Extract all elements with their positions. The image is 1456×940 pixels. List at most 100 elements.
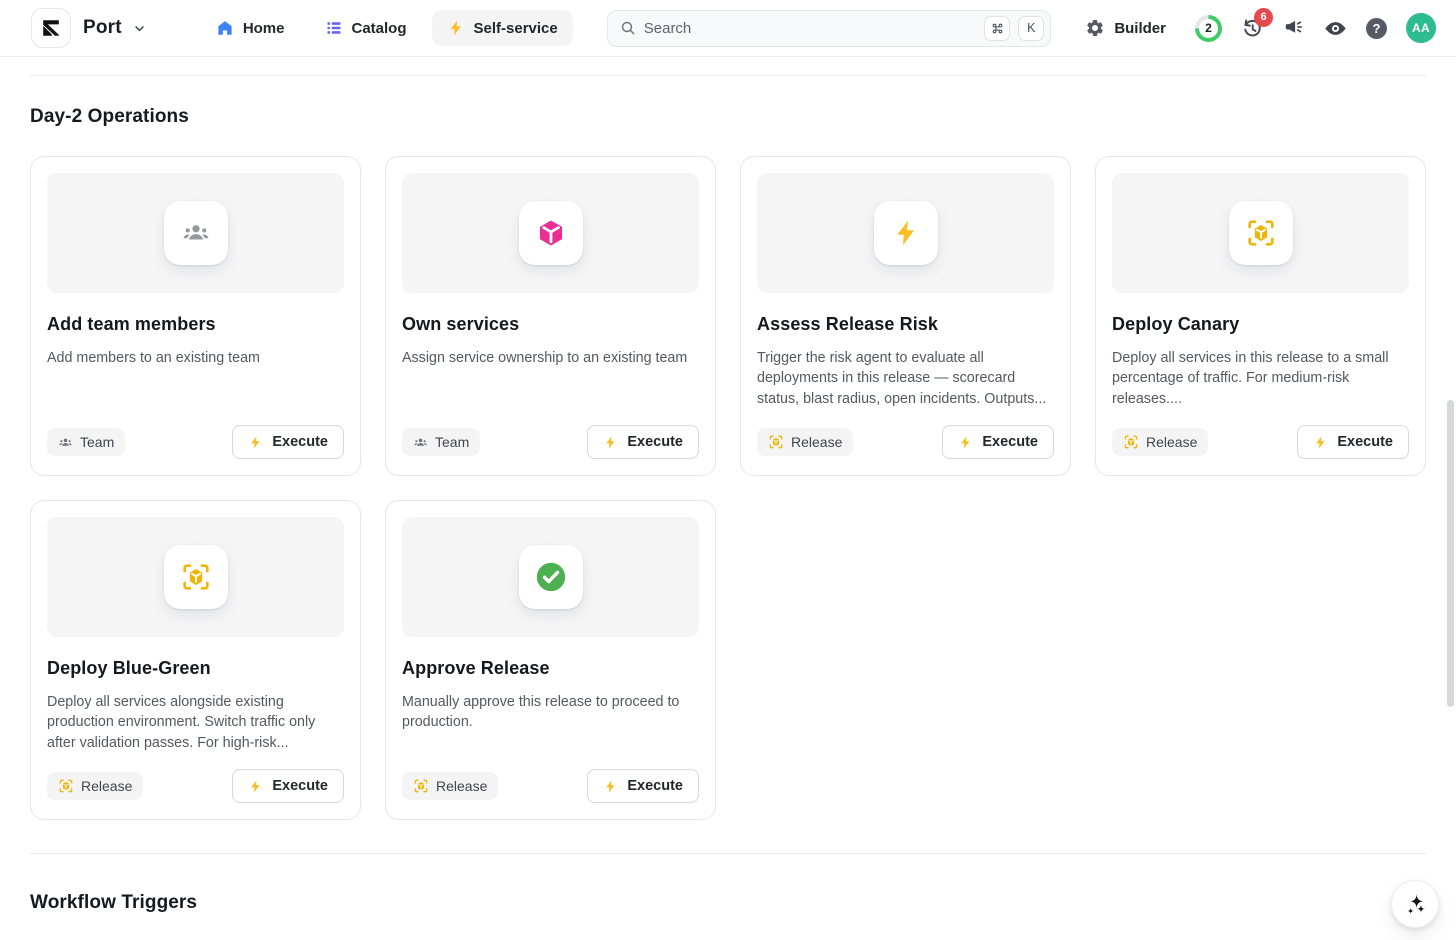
card-footer: Release Execute	[757, 425, 1054, 459]
action-card-assess-release-risk: Assess Release Risk Trigger the risk age…	[740, 156, 1071, 476]
card-title: Own services	[402, 314, 699, 335]
brand-name: Port	[83, 17, 122, 39]
card-image-area	[47, 517, 344, 637]
help-button[interactable]: ?	[1366, 18, 1387, 39]
card-description: Trigger the risk agent to evaluate all d…	[757, 348, 1054, 409]
notification-badge: 6	[1254, 8, 1273, 27]
execute-button[interactable]: Execute	[587, 769, 699, 803]
action-card-own-services: Own services Assign service ownership to…	[385, 156, 716, 476]
execute-button[interactable]: Execute	[942, 425, 1054, 459]
tag-label: Team	[80, 434, 114, 450]
execute-label: Execute	[982, 434, 1038, 450]
builder-button[interactable]: Builder	[1085, 18, 1166, 38]
nav-item-catalog[interactable]: Catalog	[310, 10, 422, 46]
tag-label: Team	[435, 434, 469, 450]
preview-button[interactable]	[1324, 17, 1347, 40]
k-key-chip: K	[1018, 16, 1044, 41]
execute-button[interactable]: Execute	[587, 425, 699, 459]
bolt-icon	[1313, 435, 1328, 450]
team-icon	[164, 201, 228, 265]
nav-label: Catalog	[352, 20, 407, 37]
card-image-area	[402, 173, 699, 293]
execute-button[interactable]: Execute	[1297, 425, 1409, 459]
section-title-workflow: Workflow Triggers	[30, 892, 1426, 914]
tag-label: Release	[791, 434, 842, 450]
progress-value: 2	[1199, 19, 1218, 38]
bolt-icon	[958, 435, 973, 450]
tag-label: Release	[436, 778, 487, 794]
team-icon	[58, 435, 73, 450]
action-card-add-team-members: Add team members Add members to an exist…	[30, 156, 361, 476]
card-image-area	[402, 517, 699, 637]
blueprint-tag-release: Release	[402, 772, 498, 800]
card-description: Assign service ownership to an existing …	[402, 348, 699, 368]
card-image-area	[47, 173, 344, 293]
header-actions: Builder 2 6	[1085, 13, 1436, 43]
cmd-key-chip	[984, 16, 1010, 41]
cube-scan-icon	[768, 434, 784, 450]
cube-scan-icon	[413, 778, 429, 794]
check-circle-icon	[519, 545, 583, 609]
global-search[interactable]: K	[607, 10, 1052, 47]
card-description: Deploy all services alongside existing p…	[47, 692, 344, 753]
blueprint-tag-release: Release	[47, 772, 143, 800]
execute-label: Execute	[1337, 434, 1393, 450]
chevron-down-icon[interactable]	[132, 21, 147, 36]
actions-grid: Add team members Add members to an exist…	[30, 156, 1426, 820]
card-footer: Team Execute	[402, 425, 699, 459]
card-footer: Release Execute	[47, 769, 344, 803]
section-divider	[30, 853, 1426, 854]
card-description: Add members to an existing team	[47, 348, 344, 368]
blueprint-tag-team: Team	[402, 428, 480, 456]
cube-scan-icon	[164, 545, 228, 609]
nav-item-home[interactable]: Home	[201, 10, 300, 46]
card-image-area	[1112, 173, 1409, 293]
card-title: Deploy Blue-Green	[47, 658, 344, 679]
card-description: Manually approve this release to proceed…	[402, 692, 699, 733]
command-icon	[991, 22, 1004, 35]
blueprint-tag-release: Release	[757, 428, 853, 456]
bolt-icon	[248, 779, 263, 794]
nav-label: Self-service	[474, 20, 558, 37]
run-history-button[interactable]: 6	[1241, 17, 1264, 40]
section-divider	[30, 75, 1426, 76]
port-logo[interactable]	[31, 8, 71, 48]
gear-icon	[1085, 18, 1105, 38]
card-footer: Release Execute	[402, 769, 699, 803]
card-footer: Release Execute	[1112, 425, 1409, 459]
team-icon	[413, 435, 428, 450]
execute-button[interactable]: Execute	[232, 425, 344, 459]
bolt-icon	[447, 19, 465, 37]
progress-ring: 2	[1195, 15, 1222, 42]
port-logo-icon	[40, 17, 62, 39]
builder-label: Builder	[1114, 20, 1166, 37]
nav-label: Home	[243, 20, 285, 37]
action-card-deploy-canary: Deploy Canary Deploy all services in thi…	[1095, 156, 1426, 476]
vertical-scrollbar[interactable]	[1447, 400, 1454, 707]
card-image-area	[757, 173, 1054, 293]
tag-label: Release	[1146, 434, 1197, 450]
main-nav: Home Catalog Self-service	[201, 10, 573, 46]
user-avatar[interactable]: AA	[1406, 13, 1436, 43]
top-navbar: Port Home Catalog Self-service	[0, 0, 1456, 57]
home-icon	[216, 19, 234, 37]
announcements-button[interactable]	[1283, 17, 1305, 39]
action-card-deploy-blue-green: Deploy Blue-Green Deploy all services al…	[30, 500, 361, 820]
tag-label: Release	[81, 778, 132, 794]
card-title: Assess Release Risk	[757, 314, 1054, 335]
sync-progress-button[interactable]: 2	[1195, 15, 1222, 42]
execute-label: Execute	[627, 434, 683, 450]
execute-label: Execute	[272, 778, 328, 794]
search-input[interactable]	[644, 20, 977, 37]
catalog-icon	[325, 19, 343, 37]
execute-label: Execute	[272, 434, 328, 450]
card-footer: Team Execute	[47, 425, 344, 459]
execute-label: Execute	[627, 778, 683, 794]
bolt-icon	[603, 779, 618, 794]
ai-assistant-button[interactable]	[1391, 880, 1439, 928]
cube-scan-icon	[58, 778, 74, 794]
card-title: Approve Release	[402, 658, 699, 679]
nav-item-self-service[interactable]: Self-service	[432, 10, 573, 46]
execute-button[interactable]: Execute	[232, 769, 344, 803]
blueprint-tag-release: Release	[1112, 428, 1208, 456]
